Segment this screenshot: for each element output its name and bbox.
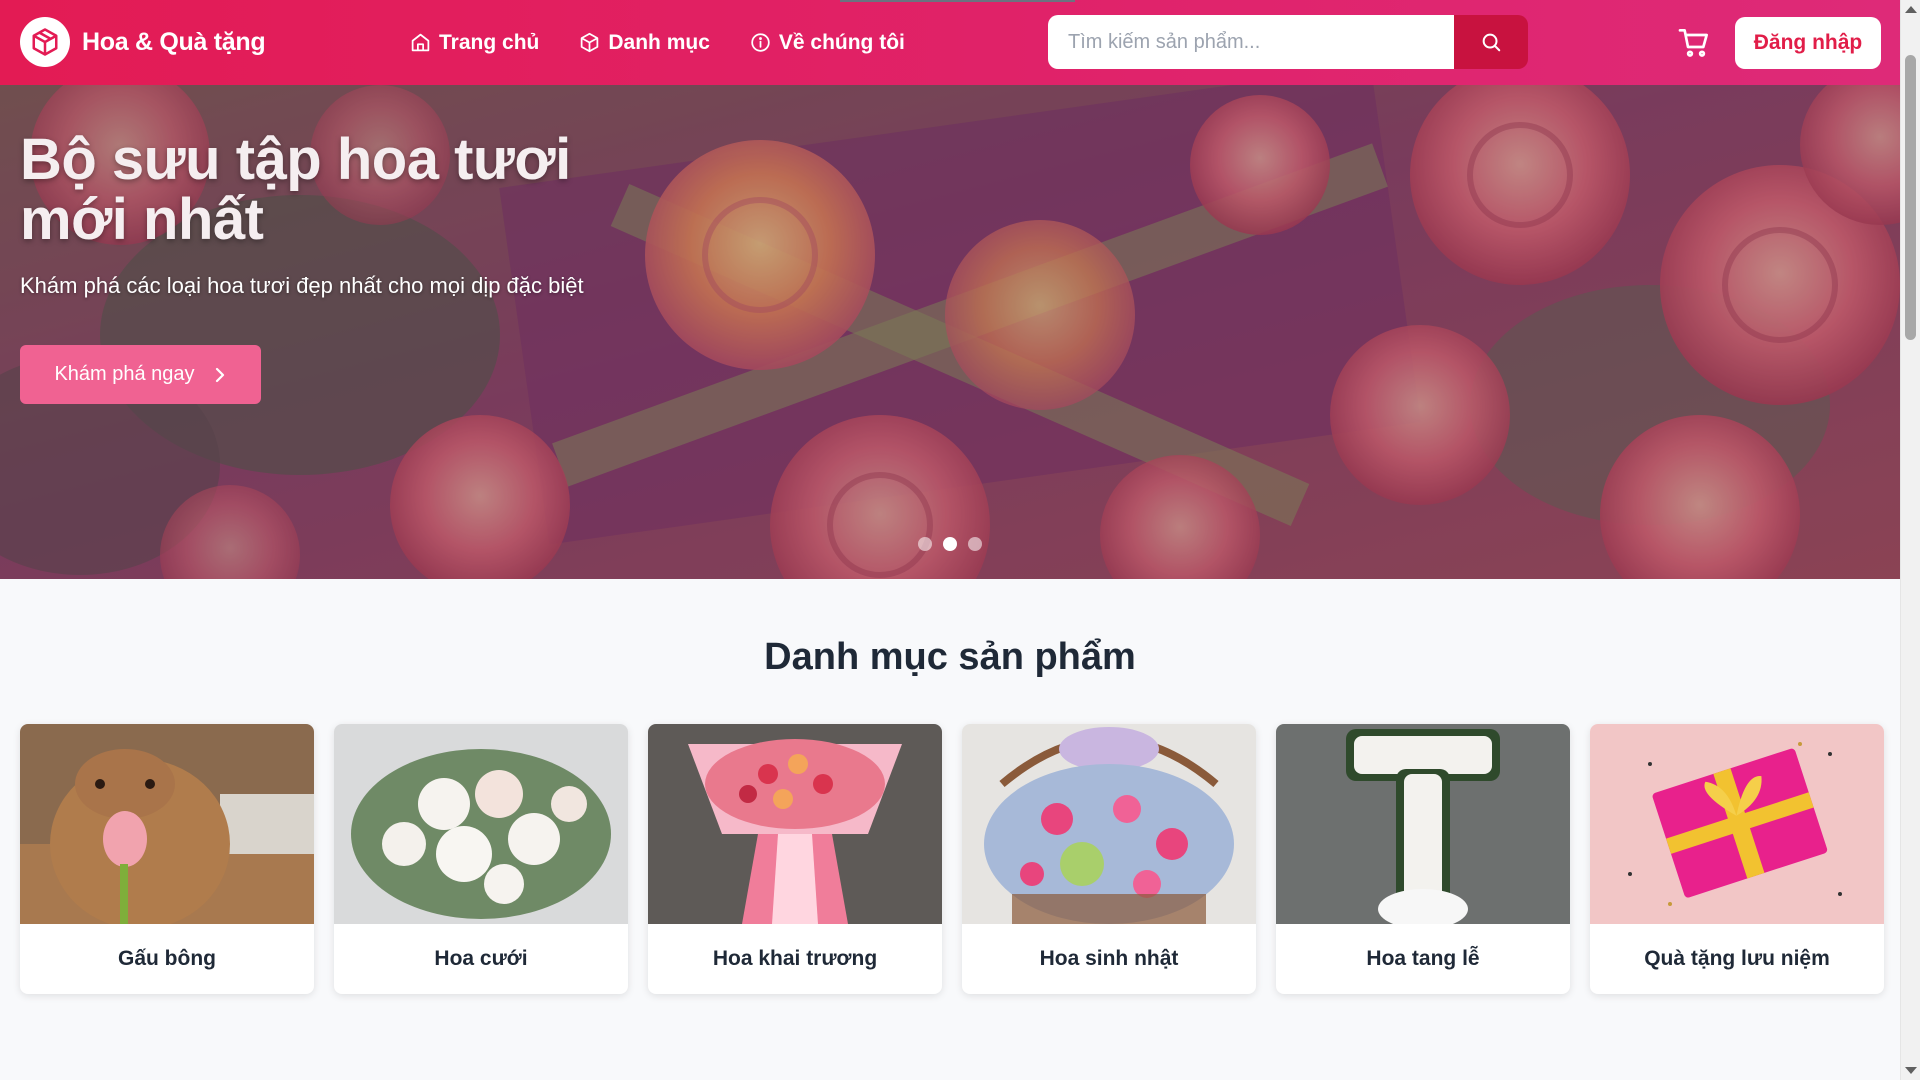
explore-now-label: Khám phá ngay <box>54 363 195 385</box>
search-button[interactable] <box>1454 15 1528 69</box>
category-label: Hoa sinh nhật <box>1039 947 1179 970</box>
carousel-dot-1[interactable] <box>918 537 932 551</box>
scrollbar-thumb[interactable] <box>1905 55 1916 340</box>
scroll-up-arrow-icon[interactable] <box>1905 6 1917 13</box>
souvenir-gift-image <box>1590 724 1884 924</box>
search-input[interactable] <box>1048 15 1454 69</box>
category-card-teddy[interactable]: Gấu bông <box>20 724 314 994</box>
category-label: Hoa tang lễ <box>1366 947 1480 970</box>
login-button[interactable]: Đăng nhập <box>1735 17 1881 69</box>
logo[interactable]: Hoa & Quà tặng <box>20 17 266 67</box>
search-bar <box>1048 15 1528 69</box>
category-card-opening-flowers[interactable]: Hoa khai trương <box>648 724 942 994</box>
hero-subtitle: Khám phá các loại hoa tươi đẹp nhất cho … <box>20 273 584 298</box>
category-label: Gấu bông <box>118 947 216 970</box>
nav-item-about[interactable]: Về chúng tôi <box>750 31 905 55</box>
carousel-dot-2[interactable] <box>943 537 957 551</box>
hero-title: Bộ sưu tập hoa tươi mới nhất <box>20 127 571 252</box>
navbar: Hoa & Quà tặng Trang chủ Danh mục Về chú… <box>0 0 1900 85</box>
category-label: Hoa khai trương <box>712 947 878 970</box>
cart-icon <box>1678 29 1708 57</box>
nav-item-label: Trang chủ <box>439 30 540 54</box>
funeral-flowers-image <box>1276 724 1570 924</box>
search-icon <box>1482 33 1501 52</box>
category-card-souvenir-gifts[interactable]: Quà tặng lưu niệm <box>1590 724 1884 994</box>
box-icon <box>581 32 599 53</box>
category-label: Quà tặng lưu niệm <box>1644 947 1830 970</box>
info-icon <box>751 33 770 52</box>
birthday-flowers-image <box>962 724 1256 924</box>
nav-item-label: Về chúng tôi <box>778 30 905 54</box>
main-nav: Trang chủ Danh mục Về chúng tôi <box>410 0 905 85</box>
chevron-right-icon <box>215 367 224 382</box>
carousel-dot-3[interactable] <box>968 537 982 551</box>
category-label: Hoa cưới <box>434 947 528 970</box>
categories-title: Danh mục sản phẩm <box>764 636 1136 678</box>
logo-box-icon <box>20 17 70 67</box>
hero-banner: Bộ sưu tập hoa tươi mới nhất Khám phá cá… <box>0 85 1900 579</box>
category-card-birthday-flowers[interactable]: Hoa sinh nhật <box>962 724 1256 994</box>
explore-now-button[interactable]: Khám phá ngay <box>20 345 261 404</box>
opening-flowers-image <box>648 724 942 924</box>
category-card-wedding-flowers[interactable]: Hoa cưới <box>334 724 628 994</box>
wedding-flowers-image <box>334 724 628 924</box>
nav-item-home[interactable]: Trang chủ <box>410 31 539 55</box>
category-grid: Gấu bông Hoa cưới Hoa khai trương Hoa si… <box>20 724 1884 994</box>
teddy-image <box>20 724 314 924</box>
carousel-indicators <box>918 537 982 551</box>
scroll-down-arrow-icon[interactable] <box>1905 1067 1917 1074</box>
nav-item-label: Danh mục <box>608 30 710 54</box>
category-card-funeral-flowers[interactable]: Hoa tang lễ <box>1276 724 1570 994</box>
nav-item-categories[interactable]: Danh mục <box>579 31 710 55</box>
page-scrollbar[interactable] <box>1900 0 1920 1080</box>
logo-text: Hoa & Quà tặng <box>82 27 266 56</box>
cart-button[interactable] <box>1678 27 1710 64</box>
home-icon <box>411 33 430 52</box>
